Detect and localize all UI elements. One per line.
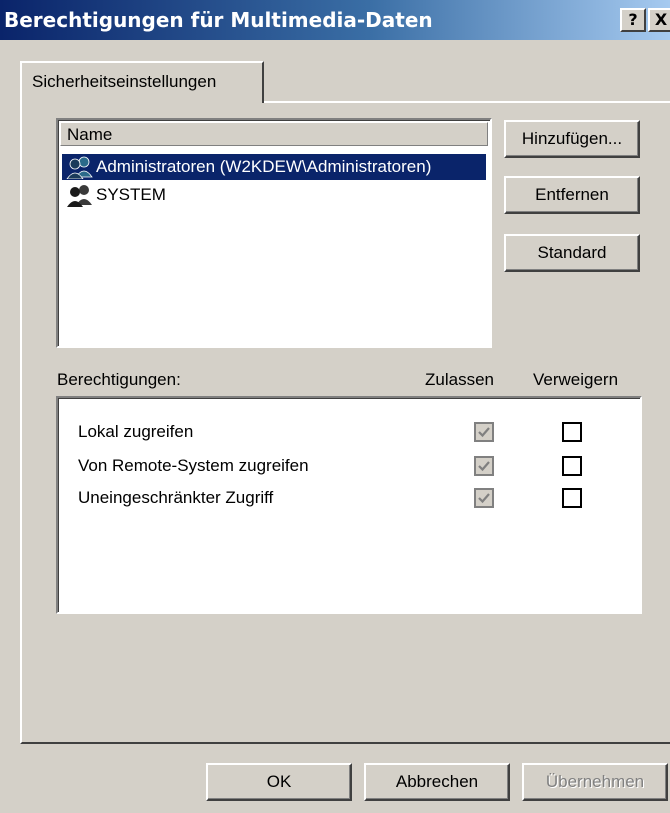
apply-button: Übernehmen: [522, 763, 668, 801]
help-button[interactable]: ?: [620, 8, 646, 32]
close-icon: X: [654, 10, 668, 29]
cancel-button[interactable]: Abbrechen: [364, 763, 510, 801]
ok-button[interactable]: OK: [206, 763, 352, 801]
tab-sicherheitseinstellungen[interactable]: Sicherheitseinstellungen: [20, 61, 264, 103]
tab-panel: [20, 101, 670, 744]
permissions-dialog: Berechtigungen für Multimedia-Daten ? X …: [0, 0, 670, 813]
close-button[interactable]: X: [648, 8, 670, 32]
title-bar[interactable]: Berechtigungen für Multimedia-Daten ? X: [0, 0, 670, 40]
tab-label: Sicherheitseinstellungen: [32, 72, 217, 91]
window-title: Berechtigungen für Multimedia-Daten: [4, 8, 433, 32]
help-icon: ?: [628, 10, 638, 29]
